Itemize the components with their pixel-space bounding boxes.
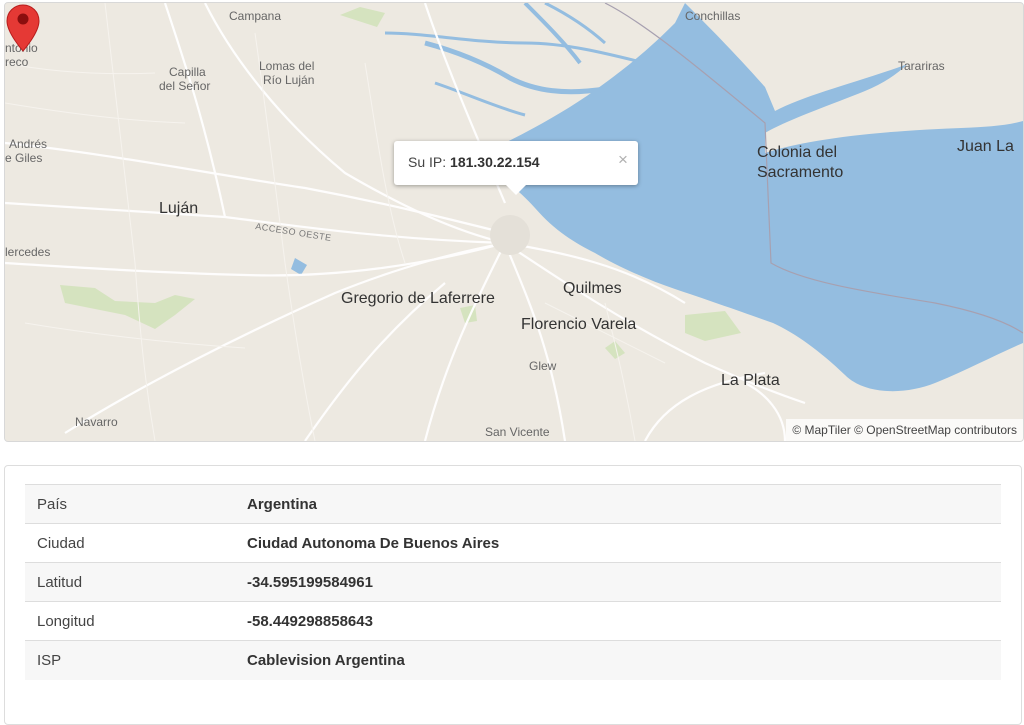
map-label-mercedes: lercedes — [5, 245, 51, 259]
row-value-latitude: -34.595199584961 — [235, 562, 1001, 602]
map-attribution[interactable]: © MapTiler © OpenStreetMap contributors — [786, 419, 1023, 441]
map-label-andres: Andrés — [9, 137, 48, 151]
map-label-gregorio: Gregorio de Laferrere — [341, 290, 495, 307]
table-row: Longitud -58.449298858643 — [25, 601, 1001, 641]
map-label-lomas: Lomas del — [259, 59, 315, 73]
row-value-isp: Cablevision Argentina — [235, 640, 1001, 680]
map-label-colonia: Colonia del — [757, 144, 838, 161]
map-label-sacramento: Sacramento — [757, 164, 844, 181]
row-key-longitude: Longitud — [25, 601, 235, 641]
map-label-conchillas: Conchillas — [685, 9, 741, 23]
row-key-city: Ciudad — [25, 523, 235, 563]
map-label-areco: reco — [5, 55, 29, 69]
map-label-san-vicente: San Vicente — [485, 425, 550, 439]
row-value-longitude: -58.449298858643 — [235, 601, 1001, 641]
map-label-quilmes: Quilmes — [563, 280, 622, 297]
popup-tip — [506, 185, 526, 195]
map-tiles[interactable] — [5, 3, 1023, 441]
map-label-campana: Campana — [229, 9, 282, 23]
table-row: ISP Cablevision Argentina — [25, 640, 1001, 680]
map-label-rio-lujan: Río Luján — [263, 73, 315, 87]
map-label-capilla: Capilla — [169, 65, 206, 79]
row-key-country: País — [25, 484, 235, 524]
map-label-la-plata: La Plata — [721, 372, 780, 389]
map-label-giles: e Giles — [5, 151, 43, 165]
table-row: País Argentina — [25, 484, 1001, 524]
ip-popup: Su IP: 181.30.22.154 × — [394, 141, 638, 195]
ip-info-panel: País Argentina Ciudad Ciudad Autonoma De… — [4, 465, 1022, 725]
popup-label: Su IP: — [408, 154, 447, 170]
map-label-navarro: Navarro — [75, 415, 118, 429]
map-label-glew: Glew — [529, 359, 557, 373]
map-container[interactable]: Campana Conchillas ntonio reco Capilla d… — [4, 2, 1024, 442]
map-label-lujan: Luján — [159, 200, 199, 217]
row-key-latitude: Latitud — [25, 562, 235, 602]
map-label-tarariras: Tarariras — [898, 59, 945, 73]
popup-ip-address: 181.30.22.154 — [450, 154, 540, 170]
row-key-isp: ISP — [25, 640, 235, 680]
map-label-juan-la: Juan La — [957, 138, 1014, 155]
table-row: Latitud -34.595199584961 — [25, 562, 1001, 602]
ip-info-table: País Argentina Ciudad Ciudad Autonoma De… — [25, 484, 1001, 680]
row-value-city: Ciudad Autonoma De Buenos Aires — [235, 523, 1001, 563]
row-value-country: Argentina — [235, 484, 1001, 524]
popup-close-button[interactable]: × — [614, 151, 632, 169]
location-marker-icon[interactable] — [5, 3, 41, 53]
map-label-del-senor: del Señor — [159, 79, 211, 93]
map-label-florencio: Florencio Varela — [521, 316, 637, 333]
table-row: Ciudad Ciudad Autonoma De Buenos Aires — [25, 523, 1001, 563]
